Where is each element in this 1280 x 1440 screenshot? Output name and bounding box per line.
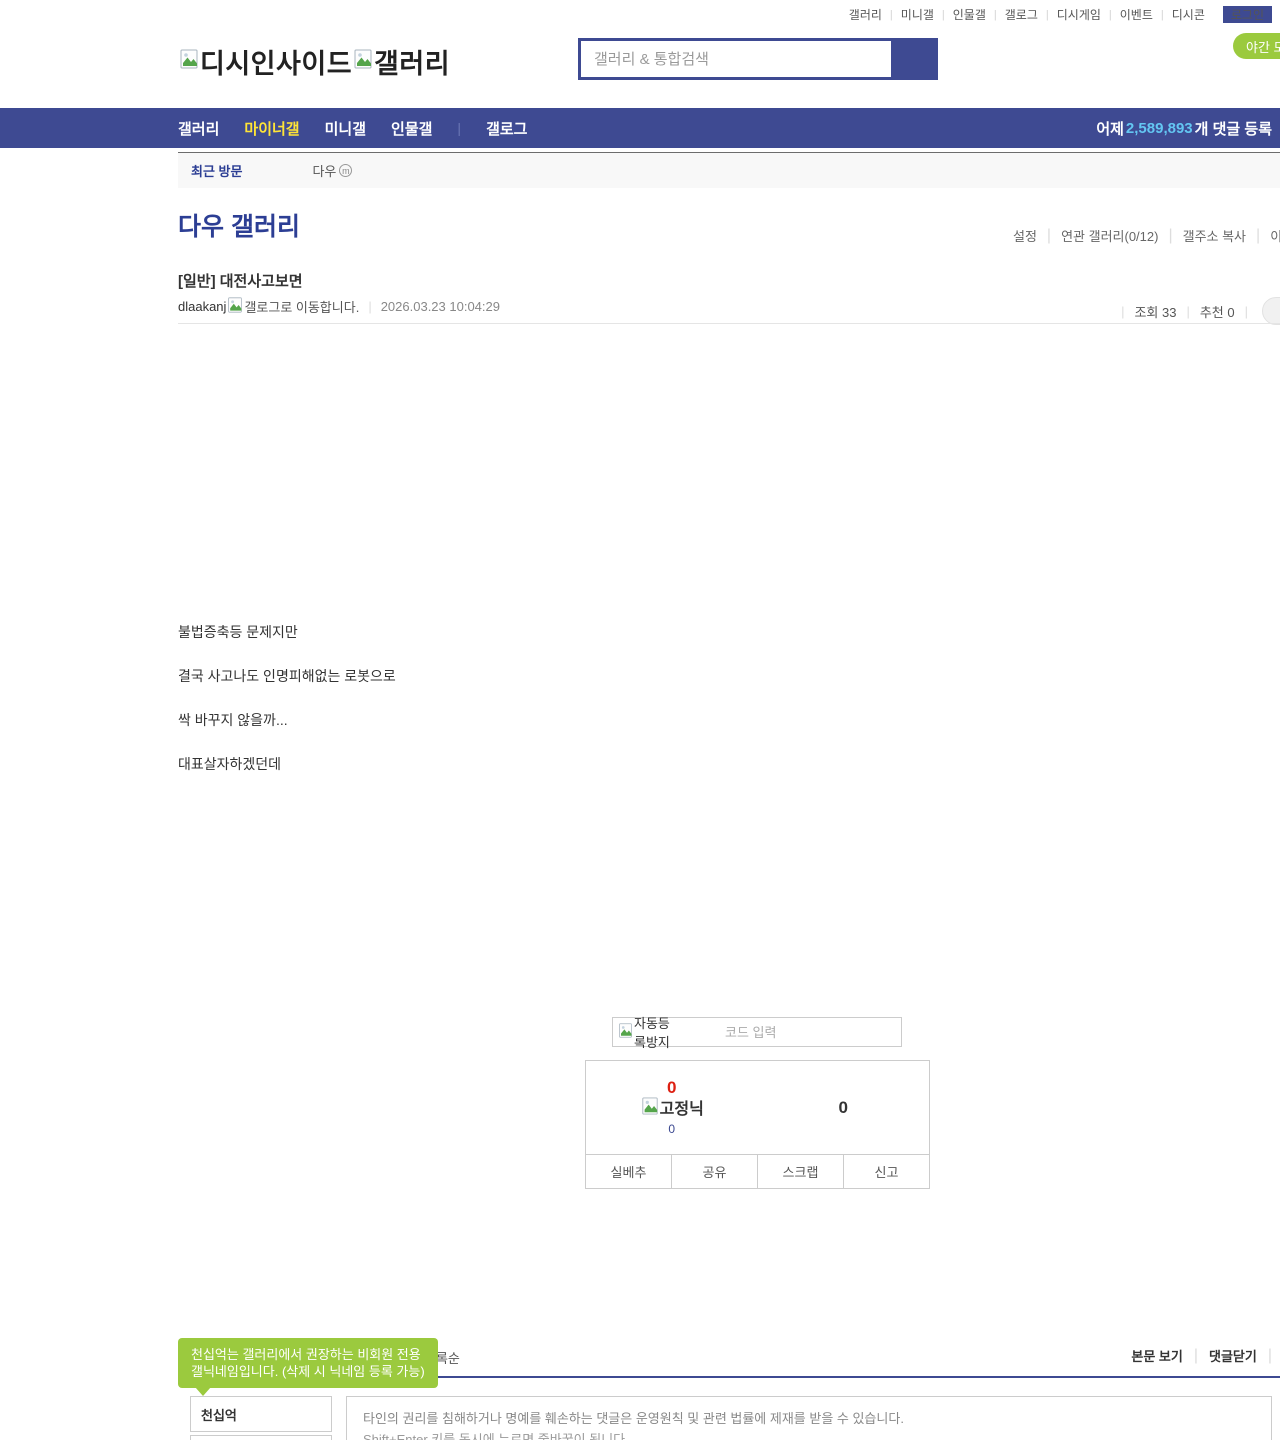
stat-prefix: 어제 [1096,118,1124,139]
divider: | [1268,1347,1272,1365]
broken-image-icon [227,297,243,316]
top-link-dccon[interactable]: 디시콘 [1164,6,1213,23]
nav-item-minorgal[interactable]: 마이너갤 [244,118,299,139]
divider: | [457,120,461,136]
night-mode-button[interactable]: 야간 모드 [1233,33,1280,59]
yesterday-comment-stat: 어제 2,589,893 개 댓글 등록 [1096,108,1272,148]
post-meta: | 조회 33 | 추천 0 | [1111,297,1280,325]
report-button[interactable]: 신고 [843,1155,929,1188]
recent-visit-bar: 최근 방문 다우 m [178,152,1280,188]
upvote-area[interactable]: 0 고정닉 0 [586,1061,758,1154]
broken-image-icon [353,49,373,74]
recent-visit-label: 최근 방문 [191,161,242,180]
post-body: 불법증축등 문제지만 결국 사고나도 인명피해없는 로봇으로 싹 바꾸지 않을까… [178,624,396,800]
comment-count-pill[interactable] [1262,297,1280,325]
post-title: [일반] 대전사고보면 [178,270,303,291]
related-galleries-link[interactable]: 연관 갤러리(0/12) [1051,226,1168,245]
fixed-nick-label: 고정닉 [660,1099,704,1121]
vote-box: 0 고정닉 0 0 [585,1060,930,1155]
nav-item-gallery[interactable]: 갤러리 [178,118,219,139]
top-link-gallog[interactable]: 갤로그 [997,6,1046,23]
comment-password-input[interactable] [190,1435,332,1440]
captcha-image-broken: 자동등록방지 [617,1013,680,1051]
nav-item-persongal[interactable]: 인물갤 [391,118,432,139]
captcha-alt-text: 자동등록방지 [634,1013,680,1051]
broken-image-icon [641,1097,659,1122]
broken-image-icon [179,49,199,74]
view-post-link[interactable]: 본문 보기 [1120,1346,1193,1365]
divider: | [368,299,371,314]
logo-text-gallery: 갤러리 [374,42,450,81]
comment-guideline-line2: Shift+Enter 키를 동시에 누르면 줄바꿈이 됩니다. [363,1429,1255,1440]
login-button[interactable]: 로그인 [1223,6,1272,23]
minor-gallery-badge: m [339,164,352,177]
copy-gallery-url-link[interactable]: 갤주소 복사 [1173,226,1256,245]
post-paragraph: 대표살자하겠던데 [178,756,396,772]
post-action-bar: 실베추 공유 스크랩 신고 [585,1154,930,1189]
recent-gallery-name: 다우 [312,161,336,180]
upvote-count: 0 [667,1078,676,1097]
stat-suffix: 개 댓글 등록 [1195,118,1272,139]
gallery-title[interactable]: 다우 갤러리 [178,207,300,243]
captcha-code-input[interactable] [680,1025,901,1040]
post-author-row: dlaakanj 갤로그로 이동합니다. | 2026.03.23 10:04:… [178,297,500,316]
close-comments-link[interactable]: 댓글닫기 [1198,1346,1268,1365]
comment-guideline-line1: 타인의 권리를 침해하거나 명예를 훼손하는 댓글은 운영원칙 및 관련 법률에… [363,1408,1255,1429]
downvote-area[interactable]: 0 [758,1061,930,1154]
post-paragraph: 불법증축등 문제지만 [178,624,396,640]
comments-header-links: 본문 보기 | 댓글닫기 | [1120,1346,1272,1365]
search-button[interactable] [891,41,935,77]
top-utility-bar: 갤러리| 미니갤| 인물갤| 갤로그| 디시게임| 이벤트| 디시콘 로그인 [841,6,1272,23]
recent-gallery-link[interactable]: 다우 m [312,161,352,180]
fixed-nick-row: 고정닉 [640,1097,704,1122]
silbechu-button[interactable]: 실베추 [586,1155,671,1188]
main-nav: 갤러리 마이너갤 미니갤 인물갤 | 갤로그 어제 2,589,893 개 댓글… [0,108,1280,148]
gallery-links: 설정| 연관 갤러리(0/12)| 갤주소 복사| 이용안내 [1003,226,1280,245]
tooltip-line2: 갤닉네임입니다. (삭제 시 닉네임 등록 가능) [191,1363,425,1380]
share-button[interactable]: 공유 [671,1155,757,1188]
tooltip-line1: 천십억는 갤러리에서 권장하는 비회원 전용 [191,1346,425,1363]
gallery-settings-link[interactable]: 설정 [1003,226,1047,245]
view-count: 조회 33 [1134,302,1176,321]
post-header-divider [178,323,1280,324]
scrap-button[interactable]: 스크랩 [757,1155,843,1188]
post-paragraph: 결국 사고나도 인명피해없는 로봇으로 [178,668,396,684]
gallery-guide-link[interactable]: 이용안내 [1260,226,1280,245]
comment-textarea[interactable]: 타인의 권리를 침해하거나 명예를 훼손하는 댓글은 운영원칙 및 관련 법률에… [346,1396,1272,1440]
nickname-tooltip: 천십억는 갤러리에서 권장하는 비회원 전용 갤닉네임입니다. (삭제 시 닉네… [178,1338,438,1388]
search-box [578,38,938,80]
downvote-count: 0 [839,1098,848,1118]
search-input[interactable] [581,41,891,77]
page-root: 갤러리| 미니갤| 인물갤| 갤로그| 디시게임| 이벤트| 디시콘 로그인 야… [0,0,1280,1440]
post-author[interactable]: dlaakanj [178,299,226,314]
post-date: 2026.03.23 10:04:29 [381,299,500,314]
top-link-minigal[interactable]: 미니갤 [893,6,942,23]
like-count: 추천 0 [1200,302,1235,321]
top-link-event[interactable]: 이벤트 [1112,6,1161,23]
captcha-box: 자동등록방지 [612,1017,902,1047]
divider: | [1245,304,1248,319]
main-nav-items: 갤러리 마이너갤 미니갤 인물갤 | 갤로그 [178,108,527,148]
logo-text-dcinside: 디시인사이드 [200,42,352,81]
post-paragraph: 싹 바꾸지 않을까... [178,712,396,728]
top-link-dcgame[interactable]: 디시게임 [1049,6,1109,23]
broken-image-icon [618,1023,633,1041]
gallog-link[interactable]: 갤로그로 이동합니다. [244,297,359,316]
divider: | [1186,304,1189,319]
site-logo[interactable]: 디시인사이드 갤러리 [178,42,450,81]
top-link-persongal[interactable]: 인물갤 [945,6,994,23]
stat-count: 2,589,893 [1126,120,1193,137]
nav-item-gallog[interactable]: 갤로그 [486,118,527,139]
divider: | [1121,304,1124,319]
nav-item-minigal[interactable]: 미니갤 [325,118,366,139]
fixed-nick-count: 0 [668,1122,675,1137]
comment-nickname-input[interactable] [190,1396,332,1432]
top-link-gallery[interactable]: 갤러리 [841,6,890,23]
